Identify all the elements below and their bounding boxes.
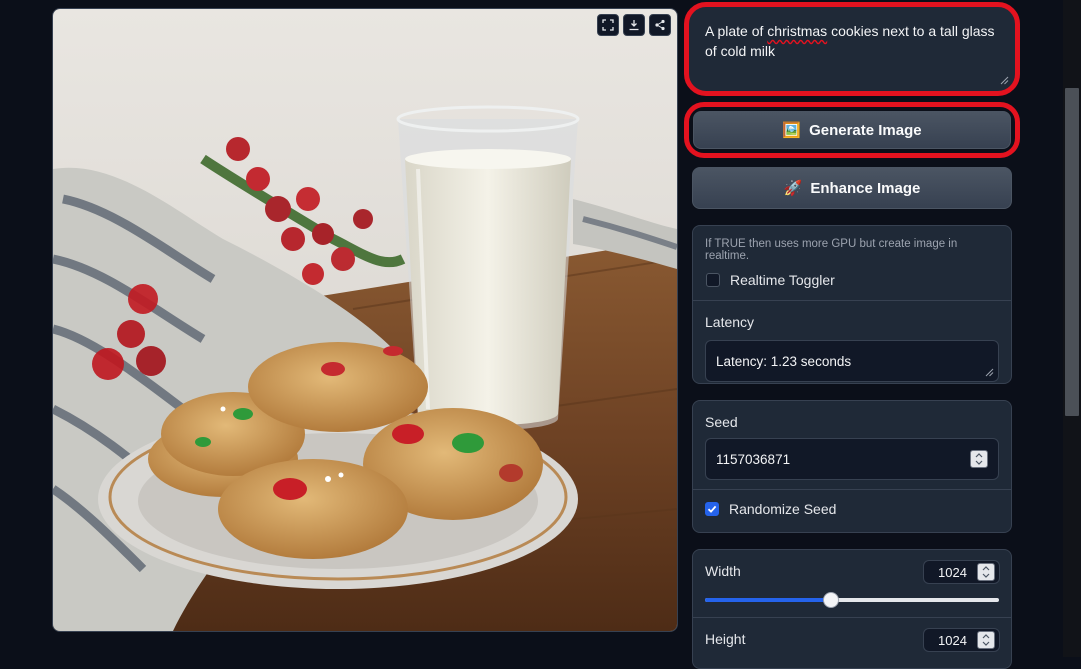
width-slider-thumb[interactable]	[823, 592, 840, 608]
share-button[interactable]	[649, 14, 671, 36]
realtime-label: Realtime Toggler	[730, 272, 835, 288]
randomize-seed-label: Randomize Seed	[729, 501, 837, 517]
height-stepper[interactable]	[977, 631, 995, 649]
randomize-seed-toggle[interactable]: Randomize Seed	[693, 490, 1011, 528]
width-slider-fill	[705, 598, 832, 602]
fullscreen-icon	[602, 19, 614, 31]
height-label: Height	[705, 631, 746, 647]
resize-grip-icon[interactable]	[985, 368, 994, 377]
realtime-checkbox[interactable]	[706, 273, 720, 287]
dimensions-card: Width 1024 Height 1024	[692, 549, 1012, 669]
latency-field[interactable]: Latency: 1.23 seconds	[705, 340, 999, 382]
framed-picture-icon: 🖼️	[782, 121, 802, 139]
output-image	[52, 8, 678, 632]
latency-value: Latency: 1.23 seconds	[716, 353, 852, 369]
randomize-seed-checkbox[interactable]	[705, 502, 719, 516]
stepper-arrows-icon	[982, 566, 990, 578]
width-value: 1024	[938, 564, 967, 580]
enhance-image-label: Enhance Image	[810, 179, 921, 197]
generate-image-label: Generate Image	[809, 121, 922, 139]
width-label: Width	[705, 563, 741, 579]
height-input[interactable]: 1024	[923, 628, 1000, 652]
latency-label: Latency	[705, 314, 755, 330]
download-button[interactable]	[623, 14, 645, 36]
seed-card: Seed 1157036871 Randomize Seed	[692, 400, 1012, 533]
prompt-text-misspelled: christmas	[767, 23, 828, 39]
prompt-highlight: A plate of christmas cookies next to a t…	[684, 2, 1020, 96]
width-stepper[interactable]	[977, 563, 995, 581]
scrollbar-thumb[interactable]	[1065, 88, 1079, 416]
seed-input[interactable]: 1157036871	[705, 438, 999, 480]
share-icon	[655, 19, 665, 31]
realtime-info: If TRUE then uses more GPU but create im…	[705, 238, 958, 262]
height-value: 1024	[938, 632, 967, 648]
download-icon	[629, 20, 639, 31]
prompt-text-start: A plate of	[705, 23, 768, 39]
stepper-arrows-icon	[975, 453, 983, 465]
generate-highlight: 🖼️ Generate Image	[684, 102, 1020, 158]
realtime-card: If TRUE then uses more GPU but create im…	[692, 225, 1012, 384]
rocket-icon: 🚀	[783, 179, 803, 197]
seed-stepper[interactable]	[970, 450, 988, 468]
width-slider[interactable]	[705, 592, 999, 608]
width-input[interactable]: 1024	[923, 560, 1000, 584]
cookies-and-milk-image	[53, 9, 677, 631]
page-scrollbar[interactable]	[1063, 0, 1081, 657]
prompt-textarea[interactable]: A plate of christmas cookies next to a t…	[689, 7, 1015, 91]
resize-grip-icon[interactable]	[1000, 76, 1009, 85]
seed-value: 1157036871	[716, 451, 791, 467]
fullscreen-button[interactable]	[597, 14, 619, 36]
stepper-arrows-icon	[982, 634, 990, 646]
realtime-toggler[interactable]: Realtime Toggler	[693, 262, 1011, 300]
generate-image-button[interactable]: 🖼️ Generate Image	[693, 111, 1011, 149]
enhance-image-button[interactable]: 🚀 Enhance Image	[692, 167, 1012, 209]
checkmark-icon	[707, 505, 717, 513]
seed-label: Seed	[705, 414, 738, 430]
